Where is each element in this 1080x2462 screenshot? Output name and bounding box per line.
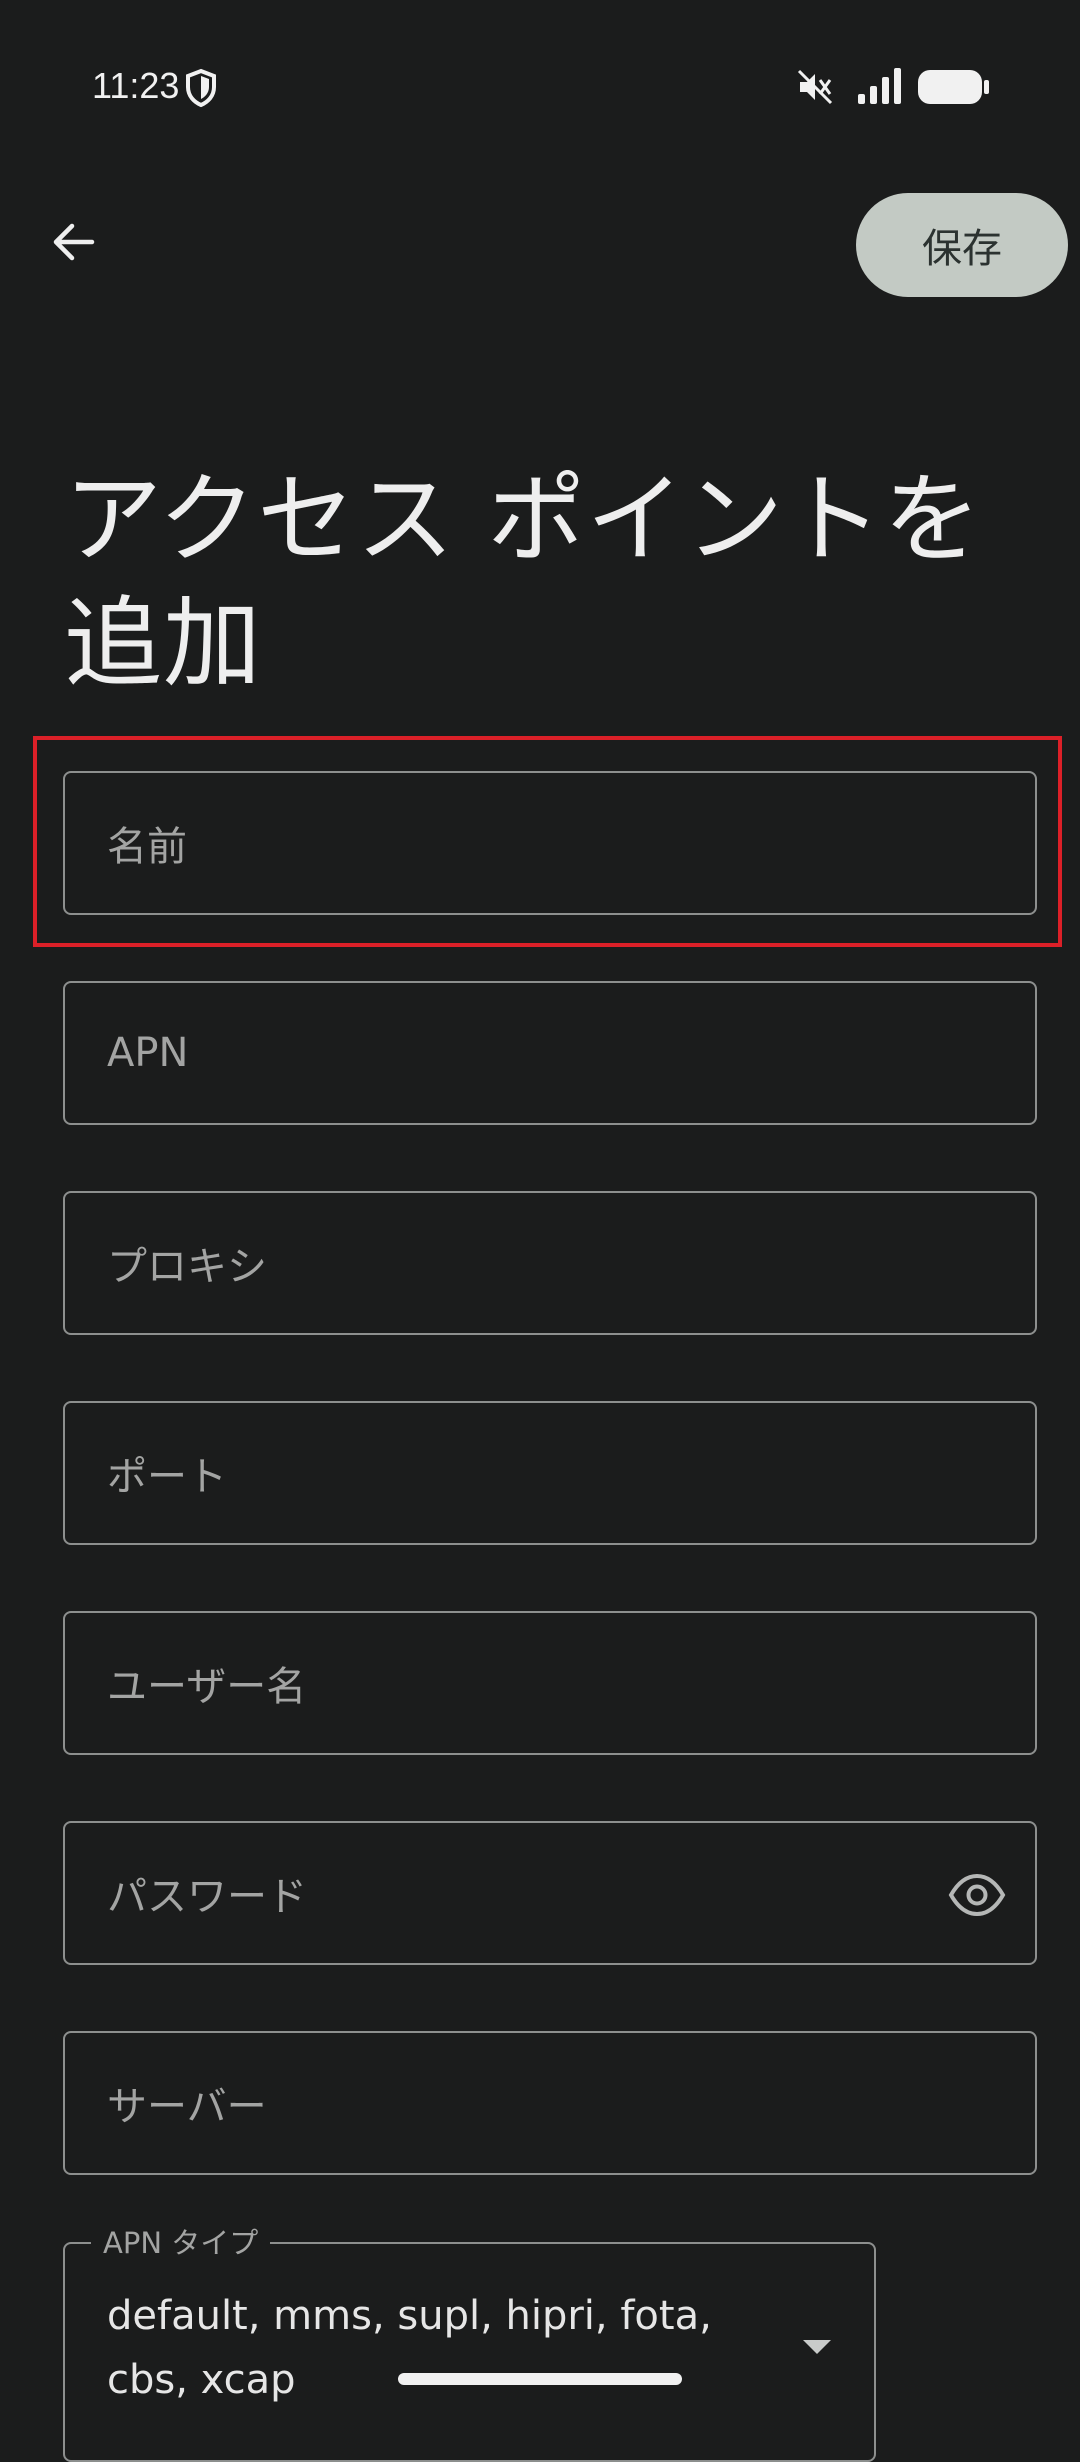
proxy-field[interactable]: プロキシ <box>63 1191 1037 1335</box>
port-field[interactable]: ポート <box>63 1401 1037 1545</box>
mute-icon <box>797 69 833 105</box>
save-button[interactable]: 保存 <box>856 193 1068 297</box>
password-placeholder: パスワード <box>107 1874 307 1920</box>
chevron-down-icon <box>803 2340 831 2354</box>
back-button[interactable] <box>38 206 110 278</box>
shield-icon <box>186 68 216 108</box>
port-placeholder: ポート <box>107 1454 227 1500</box>
apn-type-dropdown[interactable]: APN タイプ default, mms, supl, hipri, fota,… <box>63 2226 876 2462</box>
eye-icon[interactable] <box>947 1869 1007 1921</box>
navigation-handle[interactable] <box>398 2373 682 2385</box>
battery-icon <box>918 70 989 104</box>
status-time: 11:23 <box>92 65 180 106</box>
username-field[interactable]: ユーザー名 <box>63 1611 1037 1755</box>
server-field[interactable]: サーバー <box>63 2031 1037 2175</box>
signal-icon <box>858 68 901 104</box>
apn-type-label: APN タイプ <box>91 2226 271 2260</box>
page-title: アクセス ポイントを追加 <box>64 463 983 701</box>
name-placeholder: 名前 <box>107 824 187 870</box>
username-placeholder: ユーザー名 <box>107 1664 307 1710</box>
apn-field[interactable]: APN <box>63 981 1037 1125</box>
arrow-left-icon <box>53 223 95 261</box>
password-field[interactable]: パスワード <box>63 1821 1037 1965</box>
proxy-placeholder: プロキシ <box>107 1244 267 1290</box>
apn-type-value: default, mms, supl, hipri, fota, cbs, xc… <box>107 2293 712 2403</box>
apn-placeholder: APN <box>107 1030 189 1076</box>
name-field[interactable]: 名前 <box>63 771 1037 915</box>
server-placeholder: サーバー <box>107 2084 267 2130</box>
